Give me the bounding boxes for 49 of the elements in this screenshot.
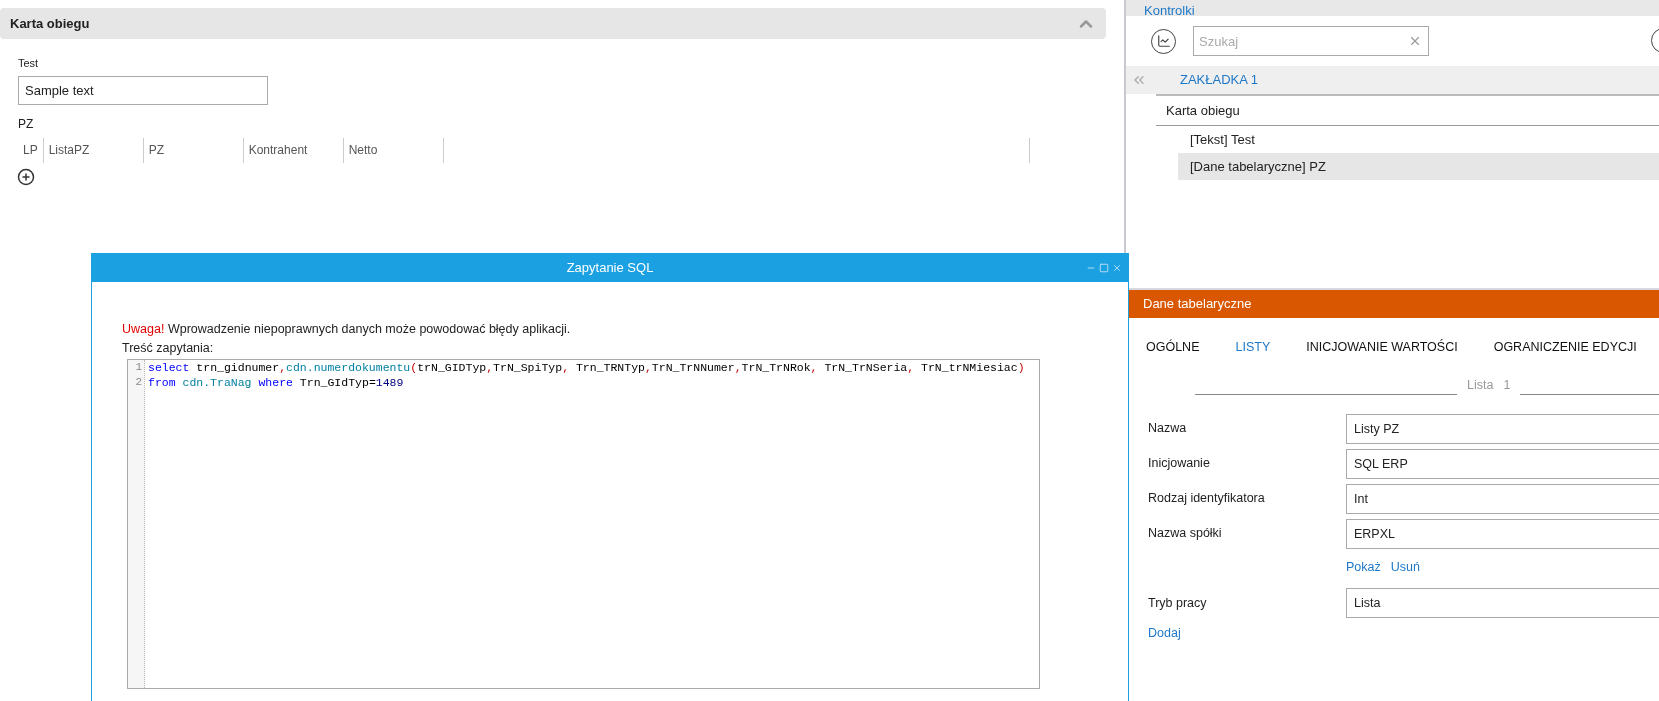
column-header: ListaPZ <box>43 137 144 163</box>
column-header: LP <box>18 137 44 163</box>
grid-label: PZ <box>18 115 35 133</box>
field-label: Test <box>18 56 40 71</box>
line-number: 1 <box>135 359 142 375</box>
tab[interactable]: ZAKŁADKA 1 <box>1180 70 1259 90</box>
tab[interactable]: OGRANICZENIE EDYCJI <box>1493 338 1637 357</box>
tab[interactable]: LISTY <box>1235 338 1271 357</box>
query-label: Treść zapytania: <box>122 339 215 357</box>
list-number: 1 <box>1503 376 1512 394</box>
add-icon[interactable] <box>17 167 35 186</box>
panel-title: Kontrolki <box>1144 4 1195 16</box>
code-line: select trn_gidnumer,cdn.numerdokumentu(trN_GIDTyp,TrN_SpiTyp, Trn_TRNTyp,TrN_TrNNumer,TrN_TrNRok, TrN_TrNSeria, TrN_trNMiesiac) <box>148 359 1025 375</box>
dialog-title: Zapytanie SQL <box>566 259 654 278</box>
tree-item[interactable]: Karta obiegu <box>1156 96 1659 126</box>
column-header: Netto <box>343 137 444 163</box>
list-caption: Lista <box>1466 376 1495 394</box>
line-number: 2 <box>135 374 142 390</box>
tree-item[interactable]: [Dane tabelaryczne] PZ <box>1178 153 1659 180</box>
field-label: Tryb pracy <box>1147 594 1208 612</box>
warning-text: Uwaga! Wprowadzenie niepoprawnych danych może powodować błędy aplikacji. <box>122 321 572 338</box>
column-header: Kontrahent <box>243 137 344 163</box>
tree-item[interactable]: [Tekst] Test <box>1178 126 1659 153</box>
text-input[interactable]: Int <box>1346 483 1659 514</box>
link[interactable]: Pokaż <box>1346 557 1381 577</box>
column-header: PZ <box>143 137 244 163</box>
field-label: Rodzaj identyfikatora <box>1147 490 1266 508</box>
search-field[interactable]: Szukaj <box>1193 26 1429 56</box>
field-label: Nazwa spółki <box>1147 525 1223 543</box>
tab[interactable]: OGÓLNE <box>1146 338 1200 357</box>
code-editor[interactable]: 1 2 select trn_gidnumer,cdn.numerdokumentu(trN_GIDTyp,TrN_SpiTyp, Trn_TRNTyp,TrN_TrNNumer,TrN_TrNRok, TrN_TrNSeria, TrN_trNMiesiac) from cdn.TraNag where Trn_GIdTyp=1489 <box>127 358 1040 689</box>
text-input[interactable]: Sample text <box>18 75 268 105</box>
text-input[interactable]: Lista <box>1346 588 1659 619</box>
text-input[interactable]: ERPXL <box>1346 518 1659 549</box>
text-input[interactable]: SQL ERP <box>1346 448 1659 479</box>
section-header[interactable]: Karta obiegu <box>0 8 1106 39</box>
chart-icon <box>1156 34 1171 48</box>
section-title: Karta obiegu <box>10 14 90 33</box>
add-link[interactable]: Dodaj <box>1126 624 1659 643</box>
tab[interactable]: INICJOWANIE WARTOŚCI <box>1306 338 1458 357</box>
code-line: from cdn.TraNag where Trn_GIdTyp=1489 <box>148 374 405 390</box>
maximize-icon[interactable] <box>1099 263 1109 273</box>
field-label: Inicjowanie <box>1147 455 1211 473</box>
link[interactable]: Usuń <box>1390 557 1420 577</box>
text-input[interactable]: Listy PZ <box>1346 413 1659 444</box>
close-icon[interactable] <box>1112 263 1122 273</box>
clear-icon[interactable] <box>1408 34 1422 48</box>
field-label: Nazwa <box>1147 420 1188 438</box>
properties-header: Dane tabelaryczne <box>1126 290 1659 318</box>
